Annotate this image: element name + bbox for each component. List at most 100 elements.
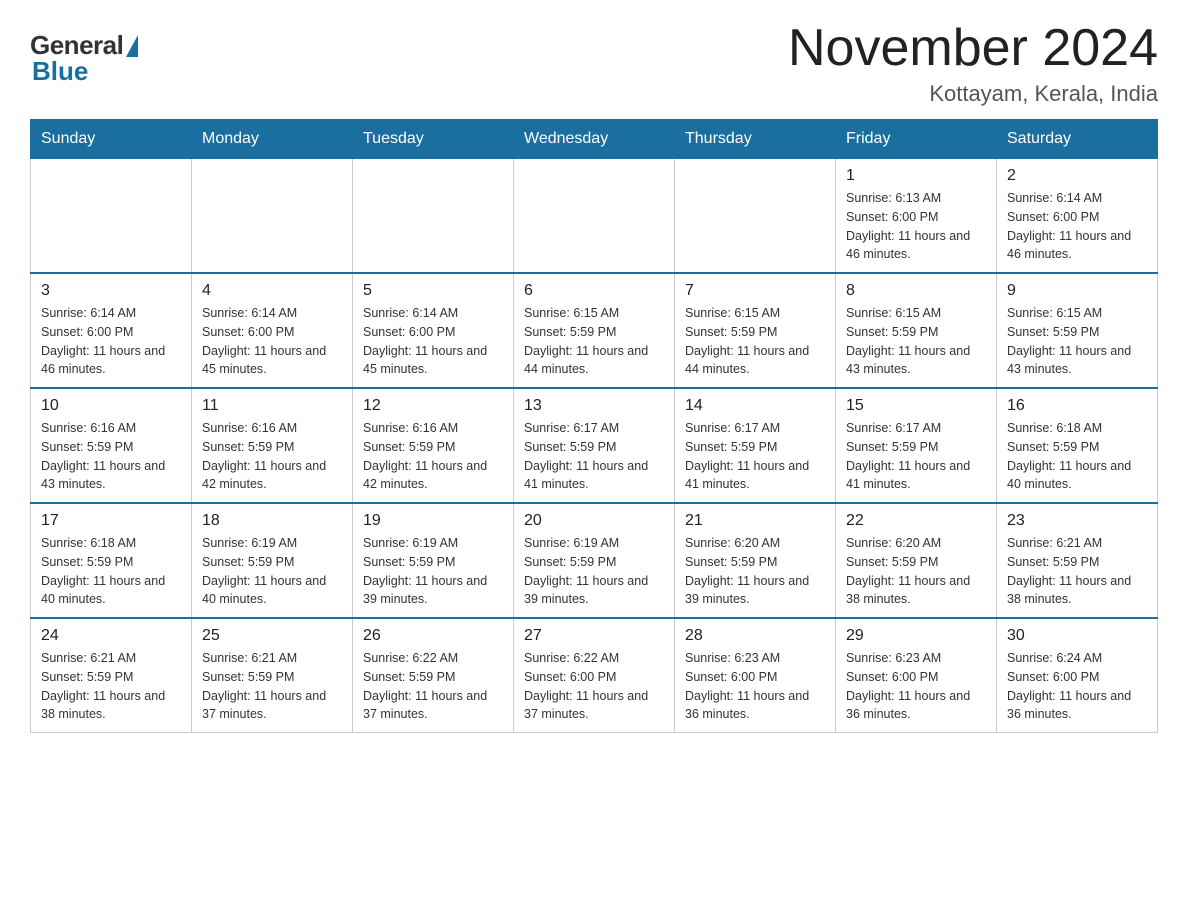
day-number: 5 <box>363 282 503 300</box>
calendar-cell <box>31 159 192 274</box>
day-number: 27 <box>524 627 664 645</box>
day-number: 19 <box>363 512 503 530</box>
header-sunday: Sunday <box>31 120 192 159</box>
header-wednesday: Wednesday <box>514 120 675 159</box>
calendar-cell: 26 Sunrise: 6:22 AMSunset: 5:59 PMDayligh… <box>353 618 514 733</box>
day-number: 30 <box>1007 627 1147 645</box>
day-number: 21 <box>685 512 825 530</box>
logo: General Blue <box>30 30 138 87</box>
page-header: General Blue November 2024 Kottayam, Ker… <box>30 20 1158 107</box>
day-info: Sunrise: 6:23 AMSunset: 6:00 PMDaylight:… <box>846 649 986 724</box>
day-info: Sunrise: 6:20 AMSunset: 5:59 PMDaylight:… <box>846 534 986 609</box>
calendar-cell: 12 Sunrise: 6:16 AMSunset: 5:59 PMDayligh… <box>353 388 514 503</box>
day-number: 11 <box>202 397 342 415</box>
calendar-cell: 3Sunrise: 6:14 AMSunset: 6:00 PMDaylight… <box>31 273 192 388</box>
day-info: Sunrise: 6:18 AMSunset: 5:59 PMDaylight:… <box>41 534 181 609</box>
calendar-cell: 14Sunrise: 6:17 AMSunset: 5:59 PMDayligh… <box>675 388 836 503</box>
day-number: 8 <box>846 282 986 300</box>
week-row-5: 24 Sunrise: 6:21 AMSunset: 5:59 PMDayligh… <box>31 618 1158 733</box>
day-info: Sunrise: 6:15 AMSunset: 5:59 PMDaylight:… <box>846 304 986 379</box>
calendar-cell <box>353 159 514 274</box>
calendar-cell <box>514 159 675 274</box>
day-number: 4 <box>202 282 342 300</box>
day-number: 12 <box>363 397 503 415</box>
header-friday: Friday <box>836 120 997 159</box>
day-info: Sunrise: 6:21 AMSunset: 5:59 PMDaylight:… <box>41 649 181 724</box>
day-number: 16 <box>1007 397 1147 415</box>
header-monday: Monday <box>192 120 353 159</box>
day-info: Sunrise: 6:20 AMSunset: 5:59 PMDaylight:… <box>685 534 825 609</box>
day-info: Sunrise: 6:23 AMSunset: 6:00 PMDaylight:… <box>685 649 825 724</box>
header-tuesday: Tuesday <box>353 120 514 159</box>
day-info: Sunrise: 6:22 AMSunset: 6:00 PMDaylight:… <box>524 649 664 724</box>
day-info: Sunrise: 6:21 AMSunset: 5:59 PMDaylight:… <box>202 649 342 724</box>
day-number: 15 <box>846 397 986 415</box>
logo-triangle-icon <box>126 35 138 57</box>
calendar-cell: 6 Sunrise: 6:15 AMSunset: 5:59 PMDaylight… <box>514 273 675 388</box>
calendar-cell: 28 Sunrise: 6:23 AMSunset: 6:00 PMDayligh… <box>675 618 836 733</box>
calendar-cell <box>675 159 836 274</box>
day-info: Sunrise: 6:15 AMSunset: 5:59 PMDaylight:… <box>524 304 664 379</box>
day-info: Sunrise: 6:16 AMSunset: 5:59 PMDaylight:… <box>202 419 342 494</box>
day-info: Sunrise: 6:19 AMSunset: 5:59 PMDaylight:… <box>363 534 503 609</box>
calendar-cell: 19 Sunrise: 6:19 AMSunset: 5:59 PMDayligh… <box>353 503 514 618</box>
calendar-cell: 8 Sunrise: 6:15 AMSunset: 5:59 PMDaylight… <box>836 273 997 388</box>
calendar-cell: 9 Sunrise: 6:15 AMSunset: 5:59 PMDaylight… <box>997 273 1158 388</box>
header-saturday: Saturday <box>997 120 1158 159</box>
day-info: Sunrise: 6:16 AMSunset: 5:59 PMDaylight:… <box>363 419 503 494</box>
day-number: 9 <box>1007 282 1147 300</box>
header-thursday: Thursday <box>675 120 836 159</box>
day-number: 13 <box>524 397 664 415</box>
day-info: Sunrise: 6:17 AMSunset: 5:59 PMDaylight:… <box>524 419 664 494</box>
day-number: 10 <box>41 397 181 415</box>
day-number: 17 <box>41 512 181 530</box>
week-row-3: 10 Sunrise: 6:16 AMSunset: 5:59 PMDayligh… <box>31 388 1158 503</box>
calendar-cell: 16 Sunrise: 6:18 AMSunset: 5:59 PMDayligh… <box>997 388 1158 503</box>
day-number: 29 <box>846 627 986 645</box>
calendar-cell: 4 Sunrise: 6:14 AMSunset: 6:00 PMDaylight… <box>192 273 353 388</box>
day-number: 2 <box>1007 167 1147 185</box>
day-number: 18 <box>202 512 342 530</box>
calendar-cell: 18Sunrise: 6:19 AMSunset: 5:59 PMDayligh… <box>192 503 353 618</box>
day-info: Sunrise: 6:22 AMSunset: 5:59 PMDaylight:… <box>363 649 503 724</box>
week-row-2: 3Sunrise: 6:14 AMSunset: 6:00 PMDaylight… <box>31 273 1158 388</box>
calendar-cell: 30 Sunrise: 6:24 AMSunset: 6:00 PMDayligh… <box>997 618 1158 733</box>
calendar-cell: 10 Sunrise: 6:16 AMSunset: 5:59 PMDayligh… <box>31 388 192 503</box>
day-info: Sunrise: 6:14 AMSunset: 6:00 PMDaylight:… <box>1007 189 1147 264</box>
day-info: Sunrise: 6:21 AMSunset: 5:59 PMDaylight:… <box>1007 534 1147 609</box>
day-info: Sunrise: 6:24 AMSunset: 6:00 PMDaylight:… <box>1007 649 1147 724</box>
day-number: 7 <box>685 282 825 300</box>
day-info: Sunrise: 6:14 AMSunset: 6:00 PMDaylight:… <box>202 304 342 379</box>
calendar-cell: 27 Sunrise: 6:22 AMSunset: 6:00 PMDayligh… <box>514 618 675 733</box>
day-number: 28 <box>685 627 825 645</box>
calendar-subtitle: Kottayam, Kerala, India <box>788 81 1158 107</box>
day-number: 24 <box>41 627 181 645</box>
week-row-1: 1 Sunrise: 6:13 AMSunset: 6:00 PMDaylight… <box>31 159 1158 274</box>
calendar-cell: 25 Sunrise: 6:21 AMSunset: 5:59 PMDayligh… <box>192 618 353 733</box>
calendar-cell: 17 Sunrise: 6:18 AMSunset: 5:59 PMDayligh… <box>31 503 192 618</box>
logo-blue-text: Blue <box>32 56 88 87</box>
day-number: 1 <box>846 167 986 185</box>
weekday-header-row: Sunday Monday Tuesday Wednesday Thursday… <box>31 120 1158 159</box>
day-number: 20 <box>524 512 664 530</box>
calendar-table: Sunday Monday Tuesday Wednesday Thursday… <box>30 119 1158 733</box>
day-info: Sunrise: 6:17 AMSunset: 5:59 PMDaylight:… <box>685 419 825 494</box>
calendar-cell: 21 Sunrise: 6:20 AMSunset: 5:59 PMDayligh… <box>675 503 836 618</box>
calendar-cell: 22Sunrise: 6:20 AMSunset: 5:59 PMDayligh… <box>836 503 997 618</box>
day-number: 25 <box>202 627 342 645</box>
calendar-cell: 11 Sunrise: 6:16 AMSunset: 5:59 PMDayligh… <box>192 388 353 503</box>
calendar-cell: 15Sunrise: 6:17 AMSunset: 5:59 PMDayligh… <box>836 388 997 503</box>
day-info: Sunrise: 6:13 AMSunset: 6:00 PMDaylight:… <box>846 189 986 264</box>
calendar-cell: 23 Sunrise: 6:21 AMSunset: 5:59 PMDayligh… <box>997 503 1158 618</box>
day-info: Sunrise: 6:18 AMSunset: 5:59 PMDaylight:… <box>1007 419 1147 494</box>
day-info: Sunrise: 6:19 AMSunset: 5:59 PMDaylight:… <box>524 534 664 609</box>
day-info: Sunrise: 6:16 AMSunset: 5:59 PMDaylight:… <box>41 419 181 494</box>
calendar-title: November 2024 <box>788 20 1158 77</box>
day-number: 6 <box>524 282 664 300</box>
day-info: Sunrise: 6:14 AMSunset: 6:00 PMDaylight:… <box>363 304 503 379</box>
day-number: 23 <box>1007 512 1147 530</box>
day-info: Sunrise: 6:15 AMSunset: 5:59 PMDaylight:… <box>1007 304 1147 379</box>
calendar-cell: 5 Sunrise: 6:14 AMSunset: 6:00 PMDaylight… <box>353 273 514 388</box>
day-number: 26 <box>363 627 503 645</box>
calendar-cell: 24 Sunrise: 6:21 AMSunset: 5:59 PMDayligh… <box>31 618 192 733</box>
